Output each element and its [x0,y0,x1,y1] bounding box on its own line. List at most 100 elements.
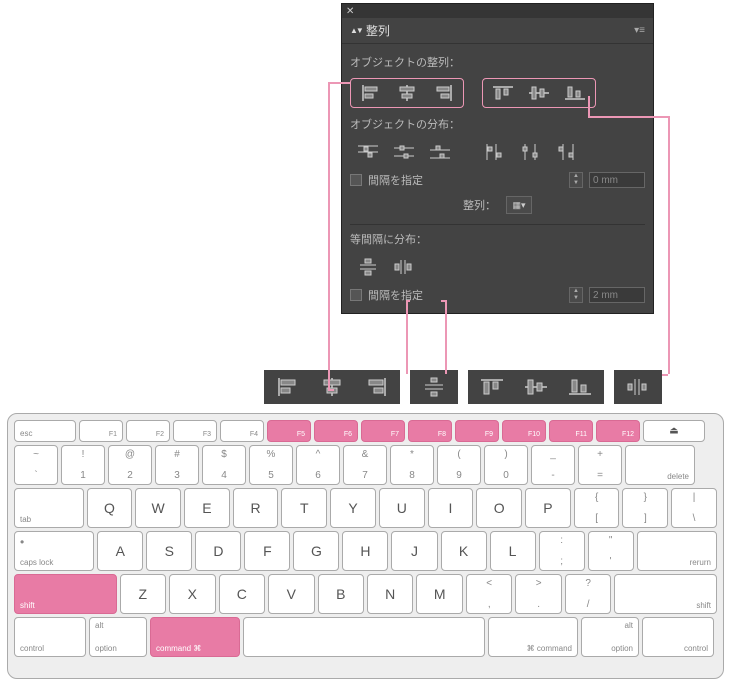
key-f[interactable]: F [244,531,290,571]
align-right-icon[interactable] [425,81,461,105]
key-command[interactable]: command ⌘ [150,617,240,657]
align-left-icon[interactable] [353,81,389,105]
key-v[interactable]: V [268,574,314,614]
close-icon[interactable]: ✕ [346,6,354,17]
spacing-field-2[interactable]: 2 mm [589,287,645,303]
key-5[interactable]: %5 [249,445,293,485]
spacing-stepper-2[interactable]: ▲▼ [569,287,583,303]
key-s[interactable]: S [146,531,192,571]
key-t[interactable]: T [281,488,327,528]
spacing-checkbox-2[interactable] [350,289,362,301]
key-j[interactable]: J [391,531,437,571]
key-shift[interactable]: shift [614,574,717,614]
key-f10[interactable]: F10 [502,420,546,442]
key-h[interactable]: H [342,531,388,571]
key-0[interactable]: )0 [484,445,528,485]
strip-align-bottom-icon[interactable] [558,374,602,400]
key-x[interactable]: X [169,574,215,614]
distribute-left-icon[interactable] [476,140,512,164]
key-7[interactable]: &7 [343,445,387,485]
key-r[interactable]: R [233,488,279,528]
key-l[interactable]: L [490,531,536,571]
key-control[interactable]: control [642,617,714,657]
key-control[interactable]: control [14,617,86,657]
strip-space-h-icon[interactable] [616,374,660,400]
align-hcenter-icon[interactable] [389,81,425,105]
key-[interactable]: :; [539,531,585,571]
key-f2[interactable]: F2 [126,420,170,442]
align-to-dropdown[interactable]: ▦▾ [506,196,532,214]
panel-tab[interactable]: ▲▼整列 ▾≡ [342,18,653,44]
distribute-vcenter-icon[interactable] [386,140,422,164]
key-[interactable]: "' [588,531,634,571]
key-option[interactable]: optionalt [89,617,147,657]
distribute-bottom-icon[interactable] [422,140,458,164]
distribute-top-icon[interactable] [350,140,386,164]
key-f7[interactable]: F7 [361,420,405,442]
key-f6[interactable]: F6 [314,420,358,442]
align-top-icon[interactable] [485,81,521,105]
key-2[interactable]: @2 [108,445,152,485]
key-3[interactable]: #3 [155,445,199,485]
distribute-right-icon[interactable] [548,140,584,164]
key-o[interactable]: O [476,488,522,528]
key-c[interactable]: C [219,574,265,614]
key-space[interactable] [243,617,485,657]
key-f8[interactable]: F8 [408,420,452,442]
key-tab[interactable]: tab [14,488,84,528]
distribute-hcenter-icon[interactable] [512,140,548,164]
spacing-checkbox-1[interactable] [350,174,362,186]
key-z[interactable]: Z [120,574,166,614]
strip-space-v-icon[interactable] [412,374,456,400]
key-p[interactable]: P [525,488,571,528]
key-command[interactable]: ⌘ command [488,617,578,657]
key-n[interactable]: N [367,574,413,614]
key-d[interactable]: D [195,531,241,571]
key-g[interactable]: G [293,531,339,571]
key-f4[interactable]: F4 [220,420,264,442]
align-vcenter-icon[interactable] [521,81,557,105]
key-[interactable]: >. [515,574,561,614]
key-[interactable]: }] [622,488,668,528]
space-horizontal-icon[interactable] [386,255,422,279]
panel-menu-icon[interactable]: ▾≡ [634,25,645,36]
key-⏏[interactable]: ⏏ [643,420,705,442]
collapse-icon[interactable]: ▲▼ [350,26,362,35]
key-[interactable]: ~` [14,445,58,485]
key-f1[interactable]: F1 [79,420,123,442]
key-[interactable]: <, [466,574,512,614]
key-f9[interactable]: F9 [455,420,499,442]
key-e[interactable]: E [184,488,230,528]
key-option[interactable]: optionalt [581,617,639,657]
panel-titlebar[interactable]: ✕ [342,4,653,18]
key-f12[interactable]: F12 [596,420,640,442]
key-i[interactable]: I [428,488,474,528]
key-shift[interactable]: shift [14,574,117,614]
key-[interactable]: {[ [574,488,620,528]
key-b[interactable]: B [318,574,364,614]
key-w[interactable]: W [135,488,181,528]
key-a[interactable]: A [97,531,143,571]
key-1[interactable]: !1 [61,445,105,485]
key-9[interactable]: (9 [437,445,481,485]
key-[interactable]: += [578,445,622,485]
key-4[interactable]: $4 [202,445,246,485]
strip-align-right-icon[interactable] [354,374,398,400]
key-k[interactable]: K [441,531,487,571]
key-delete[interactable]: delete [625,445,695,485]
key-[interactable]: _- [531,445,575,485]
key-[interactable]: ?/ [565,574,611,614]
key-6[interactable]: ^6 [296,445,340,485]
key-8[interactable]: *8 [390,445,434,485]
key-m[interactable]: M [416,574,462,614]
strip-align-left-icon[interactable] [266,374,310,400]
key-y[interactable]: Y [330,488,376,528]
key-rerurn[interactable]: rerurn [637,531,717,571]
strip-align-top-icon[interactable] [470,374,514,400]
key-q[interactable]: Q [87,488,133,528]
space-vertical-icon[interactable] [350,255,386,279]
key-[interactable]: |\ [671,488,717,528]
key-f5[interactable]: F5 [267,420,311,442]
strip-align-hcenter-icon[interactable] [310,374,354,400]
key-f3[interactable]: F3 [173,420,217,442]
